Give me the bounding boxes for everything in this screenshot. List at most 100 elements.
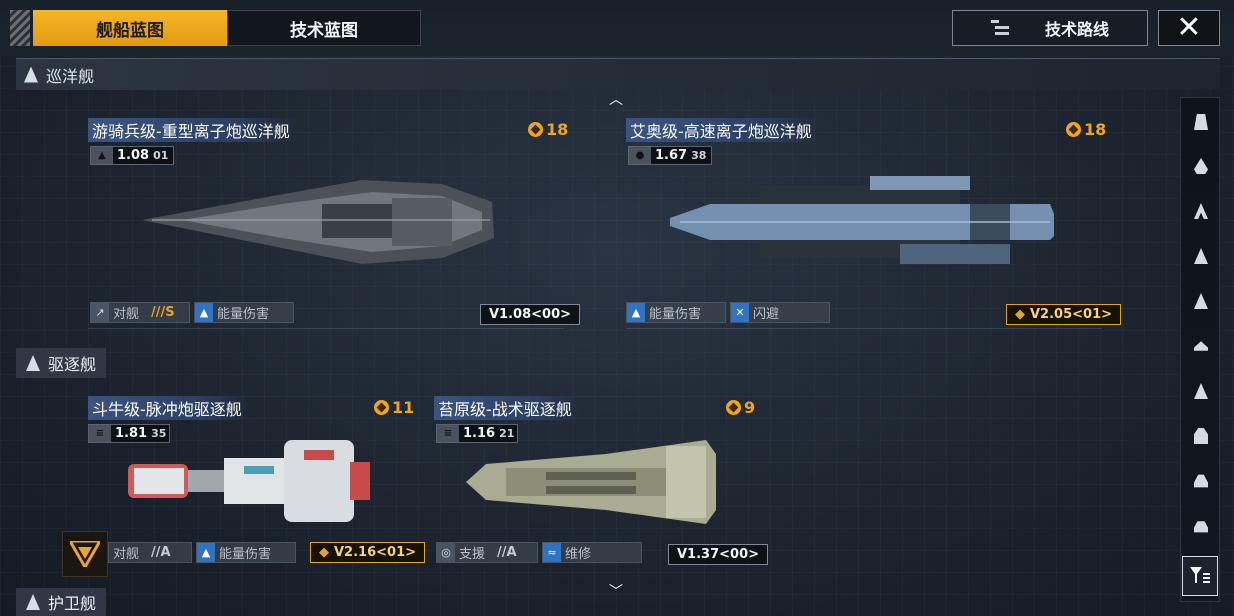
tag-repair: ≈ 维修	[542, 542, 642, 563]
category-10-button[interactable]	[1181, 506, 1221, 546]
ship-tags: ↗ 对舰 ///S ▲ 能量伤害	[90, 302, 294, 323]
tag-label: 维修	[565, 547, 592, 562]
ship-stat: ● 1.67 38	[628, 146, 712, 165]
ship-card[interactable]: 艾奥级-高速离子炮巡洋舰 18 ● 1.67 38 ▲ 能量伤害 ✕ 闪避 ◆ …	[626, 118, 1122, 328]
category-5-icon	[1194, 293, 1208, 309]
cost-icon	[374, 400, 389, 415]
tab-ship-blueprint[interactable]: 舰船蓝图	[33, 10, 227, 46]
ship-name: 艾奥级-高速离子炮巡洋舰	[626, 118, 820, 142]
category-3-icon	[1194, 203, 1208, 219]
category-2-icon	[1194, 158, 1208, 174]
ship-cost: 18	[1066, 120, 1106, 139]
tag-evade: ✕ 闪避	[730, 302, 830, 323]
hazard-stripe	[10, 10, 30, 46]
upgrade-icon: ◆	[319, 545, 329, 560]
ship-version: ◆ V2.05<01>	[1006, 304, 1122, 325]
ship-cost: 11	[374, 398, 414, 417]
ship-version: ◆ V2.16<01>	[310, 542, 426, 563]
cost-icon	[1066, 122, 1081, 137]
ship-stat: ▲ 1.08 01	[90, 146, 174, 165]
ship-cost: 9	[726, 398, 755, 417]
tag-label: 对舰	[113, 547, 140, 562]
cost-value: 11	[392, 398, 415, 417]
stat-sub: 38	[691, 149, 707, 162]
category-6-icon	[1194, 341, 1208, 351]
close-icon: ✕	[1176, 10, 1202, 45]
category-9-button[interactable]	[1181, 461, 1221, 501]
tag-label: 对舰	[113, 307, 140, 322]
ship-tags: ▲ 能量伤害 ✕ 闪避	[626, 302, 830, 323]
tag-grade: //A	[151, 545, 171, 560]
ship-tags: ◎ 支援 //A ≈ 维修	[436, 542, 642, 563]
scroll-down-icon[interactable]: ﹀	[606, 585, 626, 599]
category-4-icon	[1194, 248, 1208, 264]
category-3-button[interactable]	[1181, 191, 1221, 231]
blueprint-line	[88, 328, 564, 329]
cost-value: 9	[744, 398, 756, 417]
tag-label: 能量伤害	[219, 547, 272, 562]
ship-class-icon: ●	[629, 147, 651, 164]
tech-route-label: 技术路线	[1044, 20, 1109, 39]
cost-icon	[726, 400, 741, 415]
category-rail	[1180, 97, 1220, 602]
energy-damage-icon: ▲	[627, 303, 645, 322]
ship-name: 苔原级-战术驱逐舰	[434, 396, 580, 420]
tag-label: 能量伤害	[649, 307, 702, 322]
category-7-icon	[1194, 383, 1208, 399]
rank-badge[interactable]	[62, 531, 108, 577]
tech-route-button[interactable]: 技术路线	[952, 10, 1148, 46]
blueprint-line	[626, 328, 1102, 329]
filter-icon	[1190, 567, 1210, 583]
ship-card[interactable]: 斗牛级-脉冲炮驱逐舰 11 ≡ 1.81 35 对舰 //A ▲ 能量伤害 ◆ …	[88, 396, 426, 566]
section-header-destroyer: 驱逐舰	[16, 348, 107, 378]
ship-class-icon: ≡	[437, 425, 459, 442]
section-title: 护卫舰	[48, 594, 97, 613]
category-8-button[interactable]	[1181, 416, 1221, 456]
filter-button[interactable]	[1182, 556, 1218, 596]
category-4-button[interactable]	[1181, 236, 1221, 276]
section-title: 驱逐舰	[48, 355, 97, 374]
destroyer-icon	[26, 355, 40, 371]
category-1-button[interactable]	[1181, 102, 1221, 142]
evade-icon: ✕	[731, 303, 749, 322]
ship-name: 斗牛级-脉冲炮驱逐舰	[88, 396, 250, 420]
tag-support: ◎ 支援 //A	[436, 542, 538, 563]
tag-energy-damage: ▲ 能量伤害	[194, 302, 294, 323]
top-bar: 舰船蓝图 技术蓝图 技术路线 ✕	[0, 0, 1234, 56]
ship-version: V1.37<00>	[668, 544, 769, 565]
tag-anti-ship: ↗ 对舰 ///S	[90, 302, 190, 323]
tech-tree-icon	[990, 19, 1009, 37]
category-7-button[interactable]	[1181, 371, 1221, 411]
ship-card[interactable]: 游骑兵级-重型离子炮巡洋舰 18 ▲ 1.08 01 ↗ 对舰 ///S ▲ 能…	[88, 118, 581, 328]
section-header-cruiser: 巡洋舰	[16, 58, 1220, 90]
cost-icon	[528, 122, 543, 137]
ship-card[interactable]: 苔原级-战术驱逐舰 9 ≡ 1.16 21 ◎ 支援 //A ≈ 维修 V1.3…	[434, 396, 769, 566]
tab-tech-blueprint[interactable]: 技术蓝图	[227, 10, 421, 46]
tag-label: 闪避	[753, 307, 780, 322]
category-2-button[interactable]	[1181, 146, 1221, 186]
scroll-up-icon[interactable]: ︿	[606, 93, 626, 107]
tag-label: 能量伤害	[217, 307, 270, 322]
category-8-icon	[1194, 428, 1208, 444]
upgrade-icon: ◆	[1015, 307, 1025, 322]
close-button[interactable]: ✕	[1158, 10, 1220, 46]
ship-image	[142, 180, 494, 264]
energy-damage-icon: ▲	[197, 543, 215, 562]
category-6-button[interactable]	[1181, 326, 1221, 366]
category-1-icon	[1194, 114, 1208, 130]
category-5-button[interactable]	[1181, 281, 1221, 321]
ship-name: 游骑兵级-重型离子炮巡洋舰	[88, 118, 298, 142]
ship-class-icon: ≡	[89, 425, 111, 442]
ship-image	[670, 176, 1054, 264]
tag-grade: //A	[497, 545, 517, 560]
tag-grade: ///S	[151, 305, 175, 320]
tag-energy-damage: ▲ 能量伤害	[626, 302, 726, 323]
ship-class-icon: ▲	[91, 147, 113, 164]
section-header-frigate: 护卫舰	[16, 588, 107, 616]
tag-energy-damage: ▲ 能量伤害	[196, 542, 296, 563]
ship-image	[466, 440, 716, 524]
frigate-icon	[26, 594, 40, 610]
category-10-icon	[1194, 521, 1208, 533]
support-icon: ◎	[437, 543, 455, 562]
cruiser-icon	[24, 66, 38, 83]
